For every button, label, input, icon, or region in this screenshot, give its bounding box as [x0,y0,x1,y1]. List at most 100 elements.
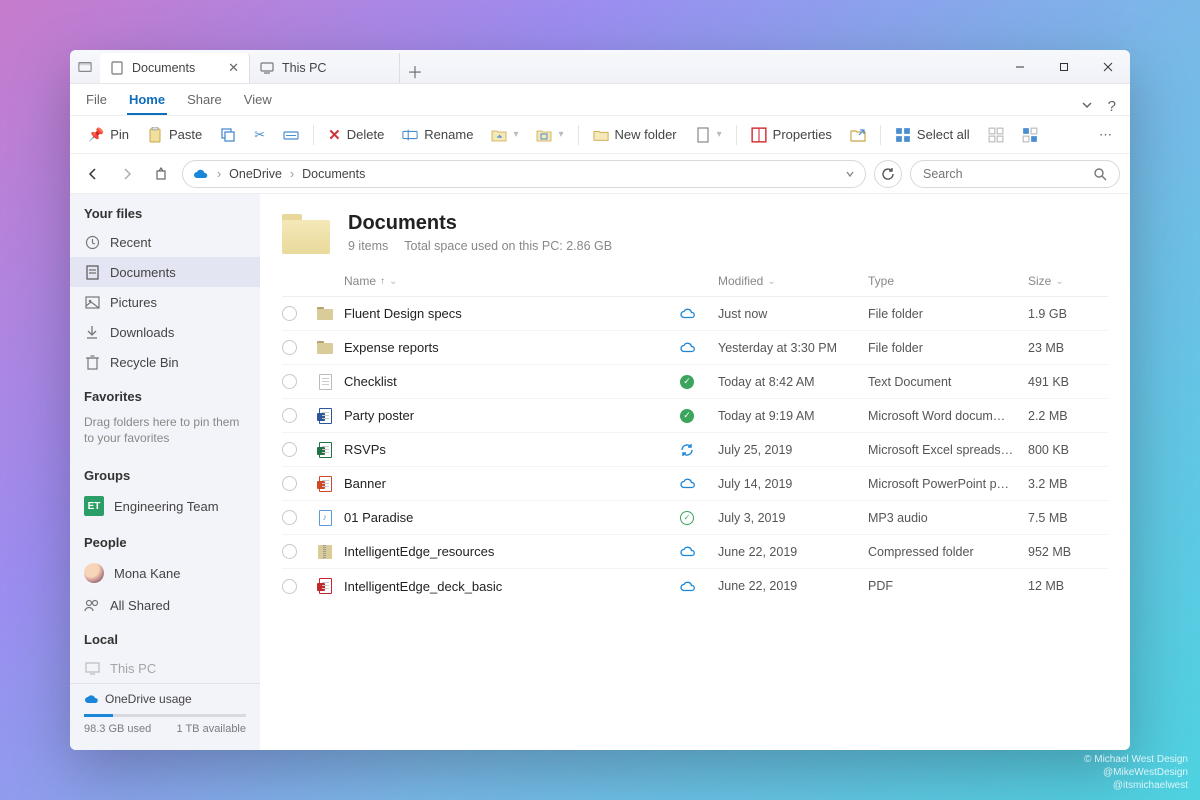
file-type: Microsoft Word docum… [868,409,1028,423]
select-checkbox[interactable] [282,510,297,525]
newitem-button[interactable]: ▾ [687,123,730,147]
sidebar-item-documents[interactable]: Documents [70,257,260,287]
selectall-icon [895,127,911,143]
onedrive-usage-label: OneDrive usage [84,692,246,706]
delete-button[interactable]: ✕Delete [320,122,392,148]
sidebar-item-recyclebin[interactable]: Recycle Bin [70,347,260,377]
search-icon [1093,167,1107,181]
close-icon[interactable]: ✕ [228,60,239,76]
column-size[interactable]: Size⌄ [1028,274,1108,288]
menubar: File Home Share View ? [70,84,1130,116]
close-button[interactable] [1086,50,1130,83]
sidebar-section-favorites: Favorites [70,377,260,410]
usage-available: 1 TB available [176,723,246,735]
search-bar[interactable] [910,160,1120,188]
back-button[interactable] [80,161,106,187]
file-size: 7.5 MB [1028,511,1108,525]
help-button[interactable]: ? [1108,98,1116,115]
table-row[interactable]: 01 Paradise✓July 3, 2019MP3 audio7.5 MB [282,501,1108,535]
menu-share[interactable]: Share [185,86,224,115]
up-button[interactable] [148,161,174,187]
breadcrumb-item[interactable]: OneDrive [229,167,282,181]
forward-button[interactable] [114,161,140,187]
table-row[interactable]: Expense reportsYesterday at 3:30 PMFile … [282,331,1108,365]
cloud-status-icon [680,342,718,353]
chevron-down-icon: ⌄ [1055,276,1063,287]
column-modified[interactable]: Modified⌄ [718,274,868,288]
folder-move-icon [491,127,507,143]
copy-path-button[interactable] [275,123,307,147]
favorites-hint: Drag folders here to pin them to your fa… [70,410,260,456]
sidebar-item-downloads[interactable]: Downloads [70,317,260,347]
sidebar-item-pictures[interactable]: Pictures [70,287,260,317]
copyto-button[interactable]: ▾ [528,123,571,147]
invertselect-button[interactable] [1014,123,1046,147]
tab-thispc[interactable]: This PC [250,53,400,83]
trash-icon [84,354,100,370]
moveto-button[interactable]: ▾ [483,123,526,147]
audio-file-icon [319,510,332,526]
synced-status-icon: ✓ [680,375,694,389]
paste-button[interactable]: Paste [139,123,210,147]
ribbon-overflow-button[interactable]: ⋯ [1091,123,1120,147]
file-size: 12 MB [1028,579,1108,593]
select-checkbox[interactable] [282,408,297,423]
select-checkbox[interactable] [282,476,297,491]
file-modified: June 22, 2019 [718,545,868,559]
text-file-icon [319,374,332,390]
select-checkbox[interactable] [282,306,297,321]
file-modified: Just now [718,307,868,321]
selectnone-button[interactable] [980,123,1012,147]
file-size: 23 MB [1028,341,1108,355]
table-row[interactable]: BannerJuly 14, 2019Microsoft PowerPoint … [282,467,1108,501]
folder-icon [317,307,333,320]
select-checkbox[interactable] [282,579,297,594]
usage-progress [84,714,246,717]
sidebar-item-thispc[interactable]: This PC [70,653,260,683]
maximize-button[interactable] [1042,50,1086,83]
ribbon-collapse-button[interactable] [1080,98,1094,115]
open-button[interactable] [842,123,874,147]
chevron-down-icon[interactable] [845,169,855,179]
sidebar-item-person[interactable]: Mona Kane [70,556,260,590]
menu-file[interactable]: File [84,86,109,115]
refresh-button[interactable] [874,160,902,188]
download-icon [84,324,100,340]
file-type: PDF [868,579,1028,593]
pin-button[interactable]: 📌Pin [80,123,137,147]
minimize-button[interactable] [998,50,1042,83]
rename-button[interactable]: Rename [394,123,481,147]
newfolder-button[interactable]: New folder [585,123,685,147]
table-row[interactable]: RSVPsJuly 25, 2019Microsoft Excel spread… [282,433,1108,467]
select-checkbox[interactable] [282,374,297,389]
properties-button[interactable]: Properties [743,123,840,147]
table-row[interactable]: IntelligentEdge_resourcesJune 22, 2019Co… [282,535,1108,569]
tab-label: This PC [282,61,326,75]
column-name[interactable]: Name↑⌄ [344,274,680,288]
copy-button[interactable] [212,123,244,147]
select-checkbox[interactable] [282,544,297,559]
table-row[interactable]: Checklist✓Today at 8:42 AMText Document4… [282,365,1108,399]
menu-home[interactable]: Home [127,86,167,115]
select-checkbox[interactable] [282,442,297,457]
table-row[interactable]: Fluent Design specsJust nowFile folder1.… [282,297,1108,331]
sidebar-item-allshared[interactable]: All Shared [70,590,260,620]
content-header: Documents 9 items Total space used on th… [260,194,1130,268]
table-row[interactable]: IntelligentEdge_deck_basicJune 22, 2019P… [282,569,1108,603]
file-type: Microsoft PowerPoint p… [868,477,1028,491]
sidebar-item-group[interactable]: ETEngineering Team [70,489,260,523]
new-tab-button[interactable]: ＋ [400,59,430,83]
tab-documents[interactable]: Documents ✕ [100,53,250,83]
table-row[interactable]: Party poster✓Today at 9:19 AMMicrosoft W… [282,399,1108,433]
cut-button[interactable]: ✂ [246,123,273,147]
column-type[interactable]: Type [868,274,1028,288]
file-size: 3.2 MB [1028,477,1108,491]
address-bar[interactable]: › OneDrive › Documents [182,160,866,188]
select-checkbox[interactable] [282,340,297,355]
breadcrumb-item[interactable]: Documents [302,167,365,181]
sidebar-item-recent[interactable]: Recent [70,227,260,257]
search-input[interactable] [923,167,1093,181]
selectall-button[interactable]: Select all [887,123,978,147]
menu-view[interactable]: View [242,86,274,115]
cloud-status-icon [680,546,718,557]
